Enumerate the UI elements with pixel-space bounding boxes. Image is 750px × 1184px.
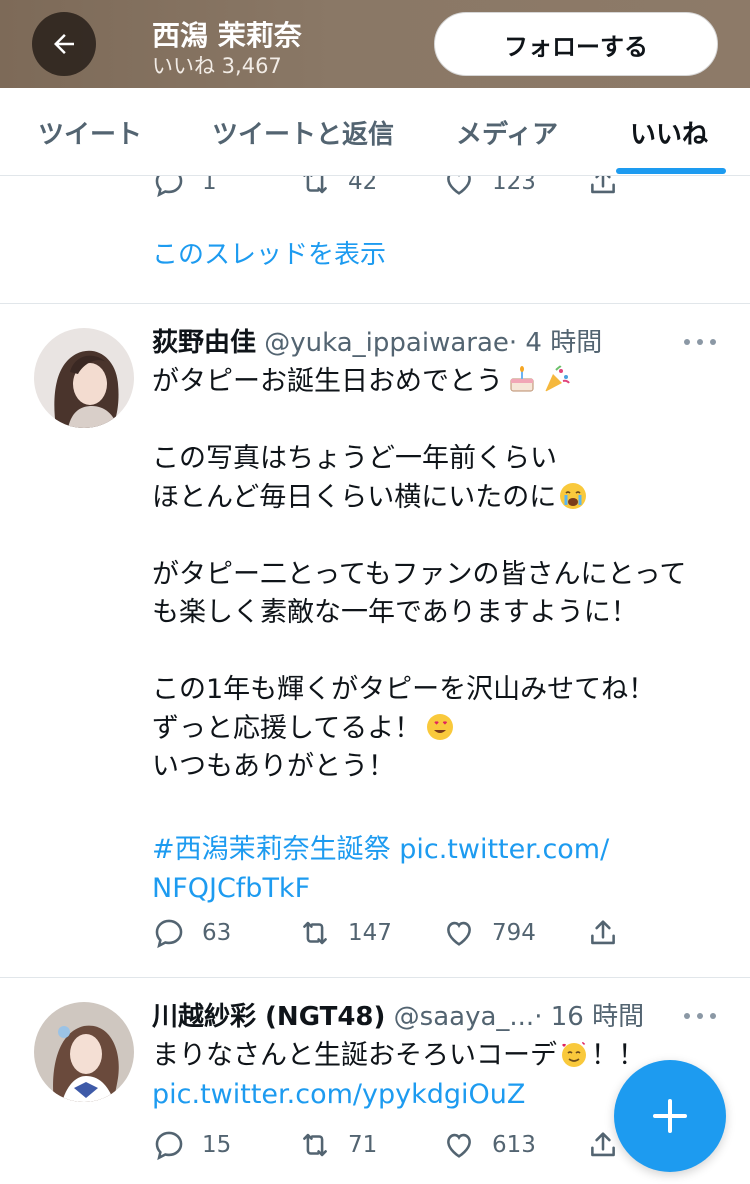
tweet-line [152,517,732,556]
tweet-line [152,402,732,441]
tab-likes-label[interactable]: いいね [630,88,708,176]
retweet-icon [303,921,327,945]
tweet-time: · 16 時間 [534,1002,645,1032]
arrow-left-icon [54,34,74,54]
like-count: 794 [492,920,536,946]
retweet-button[interactable]: 147 [298,913,392,953]
tweet-actions: 63 147 794 [152,913,632,953]
hashtag-link[interactable]: #西潟茉莉奈生誕祭 [152,834,391,865]
like-button[interactable]: 613 [442,1125,536,1165]
tweet-line [152,633,732,672]
more-options-icon[interactable] [684,1006,716,1026]
reply-count: 15 [202,1132,232,1158]
reply-count: 63 [202,920,232,946]
tweet-actions: 15 71 613 [152,1125,632,1165]
heart-eyes-face-icon [427,713,454,740]
likes-count: いいね 3,467 [152,54,282,78]
cake-icon [510,366,534,392]
reply-icon [155,919,183,949]
crying-face-icon [560,482,587,509]
tweet-divider [0,977,750,978]
avatar[interactable] [34,1002,134,1102]
avatar[interactable] [34,328,134,428]
tweet-line: この1年も輝くがタピーを沢山みせてね！ [152,674,656,705]
heart-icon [447,1133,471,1158]
tab-tweets-and-replies-label[interactable]: ツイートと返信 [212,88,394,176]
retweet-count: 71 [348,1132,378,1158]
reply-icon [155,1131,183,1161]
smiling-face-with-hearts-icon [562,1041,586,1067]
tweet-line [152,787,732,826]
reply-button[interactable]: 15 [152,1125,231,1165]
tweet-header: 荻野由佳 @yuka_ippaiwarae· 4 時間 [152,322,602,359]
retweet-count: 147 [348,920,392,946]
party-popper-icon [545,365,570,392]
tweet-line: この写真はちょうど一年前くらい [152,443,557,474]
author-handle[interactable]: @saaya_... [394,1002,535,1032]
retweet-icon [303,1133,327,1157]
show-thread-link[interactable]: このスレッドを表示 [152,234,386,271]
media-link[interactable]: pic.twitter.com/ [399,834,609,865]
tab-media-label[interactable]: メディア [456,88,558,176]
like-button[interactable]: 794 [442,913,536,953]
tweet-line: ほとんど毎日くらい横にいたのに [152,479,732,518]
author-name[interactable]: 川越紗彩 (NGT48) [152,1002,385,1032]
tweet-line: いつもありがとう！ [152,751,395,782]
more-options-icon[interactable] [684,332,716,352]
profile-name: 西潟 茉莉奈 [152,19,302,52]
author-handle[interactable]: @yuka_ippaiwarae [264,328,509,358]
heart-icon [447,921,471,946]
retweet-button[interactable]: 71 [298,1125,377,1165]
tweet-line: がタピーお誕生日おめでとう [152,363,732,402]
active-tab-underline [616,168,726,174]
reply-button[interactable]: 63 [152,913,231,953]
tweet-divider [0,303,750,304]
share-icon [591,1132,615,1157]
tweet-line: も楽しく素敵な一年でありますように！ [152,597,638,628]
tweet-links: #西潟茉莉奈生誕祭 pic.twitter.com/ [152,831,732,870]
tweet-time: · 4 時間 [508,328,603,358]
share-button[interactable] [586,1125,620,1165]
share-button[interactable] [586,913,620,953]
tweet-header: 川越紗彩 (NGT48) @saaya_...· 16 時間 [152,996,644,1033]
tab-tweets-label[interactable]: ツイート [38,88,142,176]
plus-icon [653,1099,687,1133]
share-icon [591,920,615,945]
tweet-text: がタピーお誕生日おめでとう この写真はちょうど一年前くらい ほとんど毎日くらい横… [152,363,732,908]
like-count: 613 [492,1132,536,1158]
media-link-continued[interactable]: NFQJCfbTkF [152,870,732,909]
compose-tweet-button[interactable] [614,1060,726,1172]
profile-header: 西潟 茉莉奈 いいね 3,467 フォローする [0,0,750,88]
back-button[interactable] [32,12,96,76]
avatar-photo [34,328,134,428]
profile-tabs-overlay: ツイート ツイートと返信 メディア いいね [0,88,750,176]
follow-button[interactable]: フォローする [434,12,718,76]
tweet-line: ずっと応援してるよ！ [152,710,732,749]
avatar-photo [34,1002,134,1102]
tweet-line: がタピー二とってもファンの皆さんにとって [152,558,687,590]
author-name[interactable]: 荻野由佳 [152,328,256,358]
